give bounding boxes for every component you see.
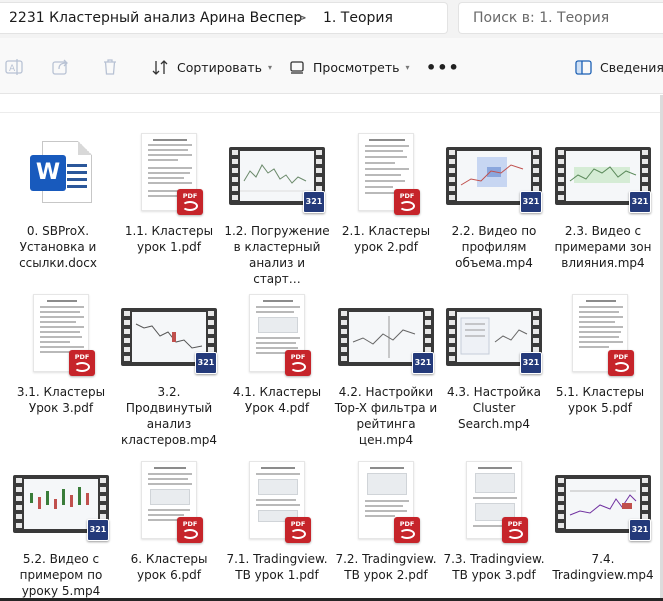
file-name: 2.3. Видео с примерами зон влияния.mp4: [554, 224, 652, 270]
file-item[interactable]: 321 3.2. Продвинутый анализ кластеров.mp…: [116, 288, 222, 448]
pdf-icon: PDF: [502, 517, 528, 543]
file-item[interactable]: PDF 1.1. Кластеры урок 1.pdf: [116, 127, 222, 287]
breadcrumb-item-theory[interactable]: 1. Теория: [323, 10, 393, 26]
file-name: 1.1. Кластеры урок 1.pdf: [124, 224, 214, 254]
file-name: 5.2. Видео с примером по уроку 5.mp4: [19, 552, 103, 598]
address-bar: 2231 Кластерный анализ Арина Веспер > 1.…: [0, 0, 663, 38]
file-item[interactable]: PDF 6. Кластеры урок 6.pdf: [116, 455, 222, 601]
file-item[interactable]: 321 5.2. Видео с примером по уроку 5.mp4: [8, 455, 114, 601]
pdf-icon: PDF: [285, 517, 311, 543]
video-badge-icon: 321: [87, 519, 109, 541]
file-item[interactable]: PDF 7.3. Tradingview. ТВ урок 3.pdf: [441, 455, 547, 601]
sort-button[interactable]: Сортировать ▾: [152, 56, 272, 78]
breadcrumb-item-course[interactable]: 2231 Кластерный анализ Арина Веспер: [9, 10, 302, 26]
pdf-icon: PDF: [69, 350, 95, 376]
view-icon: [290, 61, 304, 74]
file-item[interactable]: 321 4.3. Настройка Cluster Search.mp4: [441, 288, 547, 448]
video-thumbnail: 321: [13, 455, 109, 545]
pdf-thumbnail: PDF: [346, 455, 426, 545]
divider: [0, 112, 663, 113]
file-name: 2.2. Видео по профилям объема.mp4: [451, 224, 537, 270]
pdf-icon: PDF: [285, 350, 311, 376]
file-name: 6. Кластеры урок 6.pdf: [130, 552, 208, 582]
file-grid: W 0. SBProX. Установка и ссылки.docx PDF…: [0, 95, 663, 601]
file-name: 4.1. Кластеры Урок 4.pdf: [232, 385, 322, 415]
sort-icon: [152, 59, 168, 75]
file-name: 5.1. Кластеры урок 5.pdf: [555, 385, 645, 415]
pdf-thumbnail: PDF: [21, 288, 101, 378]
search-placeholder: Поиск в: 1. Теория: [473, 10, 610, 26]
file-name: 3.2. Продвинутый анализ кластеров.mp4: [120, 385, 218, 447]
chevron-down-icon: ▾: [267, 62, 272, 72]
file-name: 2.1. Кластеры урок 2.pdf: [341, 224, 431, 254]
video-thumbnail: 321: [338, 288, 434, 378]
view-button[interactable]: Просмотреть ▾: [289, 56, 410, 78]
file-item[interactable]: 321 4.2. Настройки Top-X фильтра и рейти…: [333, 288, 439, 448]
pdf-thumbnail: PDF: [560, 288, 640, 378]
view-label: Просмотреть: [313, 59, 400, 75]
details-button[interactable]: Сведения: [575, 56, 663, 78]
file-item[interactable]: 321 2.2. Видео по профилям объема.mp4: [441, 127, 547, 287]
chevron-down-icon: ▾: [405, 62, 410, 72]
file-name: 0. SBProX. Установка и ссылки.docx: [19, 224, 97, 270]
file-item[interactable]: 321 2.3. Видео с примерами зон влияния.m…: [550, 127, 656, 287]
pdf-thumbnail: PDF: [237, 288, 317, 378]
file-name: 4.3. Настройка Cluster Search.mp4: [446, 385, 542, 431]
more-options-icon[interactable]: •••: [426, 58, 460, 77]
video-thumbnail: 321: [555, 127, 651, 217]
file-item[interactable]: 321 1.2. Погружение в кластерный анализ …: [224, 127, 330, 287]
video-badge-icon: 321: [520, 352, 542, 374]
sort-label: Сортировать: [177, 59, 262, 75]
file-item[interactable]: W 0. SBProX. Установка и ссылки.docx: [5, 127, 111, 287]
video-thumbnail: 321: [555, 455, 651, 545]
pdf-thumbnail: PDF: [129, 455, 209, 545]
details-pane-icon: [575, 59, 592, 75]
rename-icon[interactable]: A: [5, 58, 23, 76]
file-name: 7.4. Tradingview.mp4: [552, 552, 654, 582]
file-item[interactable]: PDF 7.2. Tradingview. ТВ урок 2.pdf: [333, 455, 439, 601]
details-label: Сведения: [600, 59, 663, 75]
file-item[interactable]: PDF 2.1. Кластеры урок 2.pdf: [333, 127, 439, 287]
pdf-icon: PDF: [608, 350, 634, 376]
delete-icon[interactable]: [101, 58, 119, 76]
share-icon[interactable]: [52, 58, 70, 76]
chevron-right-icon[interactable]: >: [296, 11, 307, 26]
video-badge-icon: 321: [303, 191, 325, 213]
video-thumbnail: 321: [121, 288, 217, 378]
file-name: 7.1. Tradingview. ТВ урок 1.pdf: [226, 552, 328, 582]
pdf-icon: PDF: [177, 189, 203, 215]
file-name: 4.2. Настройки Top-X фильтра и рейтинга …: [334, 385, 438, 447]
file-item[interactable]: 321 7.4. Tradingview.mp4: [550, 455, 656, 601]
svg-text:A: A: [9, 64, 16, 74]
file-name: 1.2. Погружение в кластерный анализ и ст…: [224, 224, 330, 286]
video-badge-icon: 321: [629, 191, 651, 213]
pdf-thumbnail: PDF: [454, 455, 534, 545]
video-badge-icon: 321: [629, 519, 651, 541]
video-thumbnail: 321: [446, 288, 542, 378]
file-item[interactable]: PDF 4.1. Кластеры Урок 4.pdf: [224, 288, 330, 448]
file-item[interactable]: PDF 7.1. Tradingview. ТВ урок 1.pdf: [224, 455, 330, 601]
pdf-icon: PDF: [394, 517, 420, 543]
pdf-thumbnail: PDF: [129, 127, 209, 217]
video-thumbnail: 321: [229, 127, 325, 217]
word-doc-icon: W: [18, 127, 98, 217]
search-input[interactable]: Поиск в: 1. Теория: [458, 2, 663, 34]
file-name: 7.3. Tradingview. ТВ урок 3.pdf: [443, 552, 545, 582]
file-item[interactable]: PDF 3.1. Кластеры Урок 3.pdf: [8, 288, 114, 448]
pdf-icon: PDF: [177, 517, 203, 543]
breadcrumb[interactable]: 2231 Кластерный анализ Арина Веспер > 1.…: [0, 2, 448, 34]
pdf-thumbnail: PDF: [346, 127, 426, 217]
file-name: 3.1. Кластеры Урок 3.pdf: [16, 385, 106, 415]
video-badge-icon: 321: [520, 191, 542, 213]
video-thumbnail: 321: [446, 127, 542, 217]
pdf-thumbnail: PDF: [237, 455, 317, 545]
video-badge-icon: 321: [195, 352, 217, 374]
command-bar: A Сортировать ▾ Просмотреть ▾ ••• Сведен…: [0, 38, 663, 94]
file-name: 7.2. Tradingview. ТВ урок 2.pdf: [335, 552, 437, 582]
file-item[interactable]: PDF 5.1. Кластеры урок 5.pdf: [547, 288, 653, 448]
pdf-icon: PDF: [394, 189, 420, 215]
video-badge-icon: 321: [412, 352, 434, 374]
